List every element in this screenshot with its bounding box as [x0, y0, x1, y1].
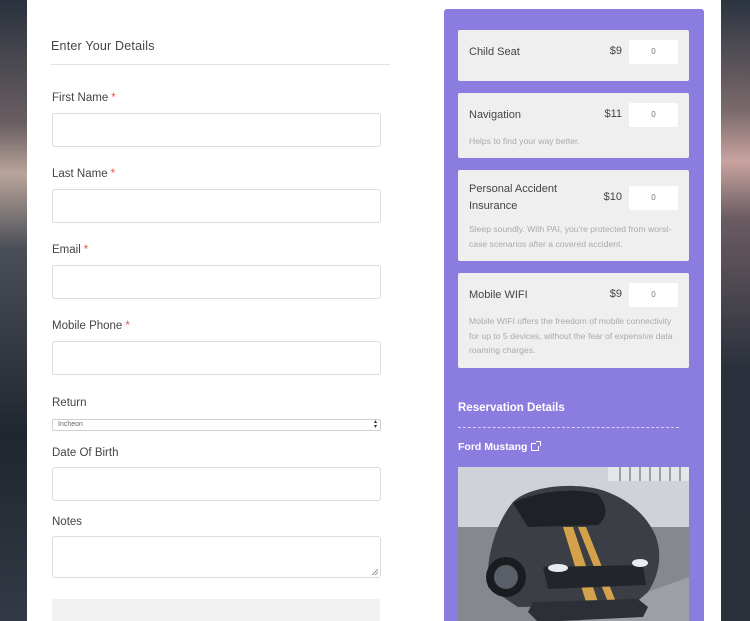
- extra-name: Mobile WIFI: [469, 289, 528, 301]
- sidebar: Child Seat $9 0 Navigation $11 0 Helps t…: [444, 9, 704, 621]
- notes-label: Notes: [52, 516, 83, 528]
- extra-description: Mobile WIFI offers the freedom of mobile…: [469, 316, 673, 355]
- first-name-input[interactable]: [52, 113, 381, 147]
- external-link-icon[interactable]: [531, 441, 542, 451]
- extra-qty-input[interactable]: 0: [629, 283, 678, 307]
- return-select-value: Incheon: [58, 421, 83, 428]
- page-content: Enter Your Details First Name * Last Name…: [27, 0, 721, 621]
- extra-name: Child Seat: [469, 46, 520, 58]
- extra-card-personal-accident-insurance: Personal Accident Insurance $10 0 Sleep …: [458, 170, 689, 261]
- extra-price: $11: [604, 108, 622, 120]
- last-name-label: Last Name *: [52, 168, 116, 180]
- required-mark: *: [110, 168, 116, 180]
- car-name-link[interactable]: Ford Mustang: [458, 441, 542, 453]
- email-input[interactable]: [52, 265, 381, 299]
- required-mark: *: [125, 320, 130, 332]
- extra-name: Navigation: [469, 109, 521, 121]
- email-label: Email *: [52, 244, 89, 256]
- last-name-input[interactable]: [52, 189, 381, 223]
- form-title: Enter Your Details: [51, 39, 155, 53]
- extra-qty-input[interactable]: 0: [629, 186, 678, 210]
- extra-description: Helps to find your way better.: [469, 136, 580, 146]
- mobile-phone-input[interactable]: [52, 341, 381, 375]
- select-arrows-icon: ▴ ▾: [373, 419, 377, 430]
- extra-card-mobile-wifi: Mobile WIFI $9 0 Mobile WIFI offers the …: [458, 273, 689, 368]
- form-divider: [51, 64, 390, 65]
- car-illustration: [458, 467, 689, 621]
- resize-grip-icon[interactable]: [372, 569, 378, 575]
- car-name: Ford Mustang: [458, 441, 528, 453]
- extra-qty-input[interactable]: 0: [629, 40, 678, 64]
- date-of-birth-label: Date Of Birth: [52, 447, 119, 459]
- background-left: [0, 0, 27, 621]
- car-image: [458, 467, 689, 621]
- return-select[interactable]: Incheon ▴ ▾: [52, 419, 381, 431]
- extra-description: Sleep soundly. With PAI, you're protecte…: [469, 224, 672, 249]
- extra-price: $9: [609, 45, 622, 57]
- required-mark: *: [111, 92, 116, 104]
- reservation-title: Reservation Details: [458, 402, 565, 414]
- mobile-phone-label: Mobile Phone *: [52, 320, 130, 332]
- terms-box: [52, 599, 380, 621]
- extra-name: Personal Accident Insurance: [469, 183, 558, 212]
- extra-price: $9: [609, 288, 622, 300]
- notes-textarea[interactable]: [52, 536, 381, 578]
- extra-price: $10: [603, 191, 622, 203]
- reservation-divider: [458, 427, 679, 428]
- first-name-label: First Name *: [52, 92, 116, 104]
- return-label: Return: [52, 397, 87, 409]
- extra-qty-input[interactable]: 0: [629, 103, 678, 127]
- background-right: [721, 0, 750, 621]
- extra-card-child-seat: Child Seat $9 0: [458, 30, 689, 81]
- date-of-birth-input[interactable]: [52, 467, 381, 501]
- extra-card-navigation: Navigation $11 0 Helps to find your way …: [458, 93, 689, 158]
- required-mark: *: [83, 244, 89, 256]
